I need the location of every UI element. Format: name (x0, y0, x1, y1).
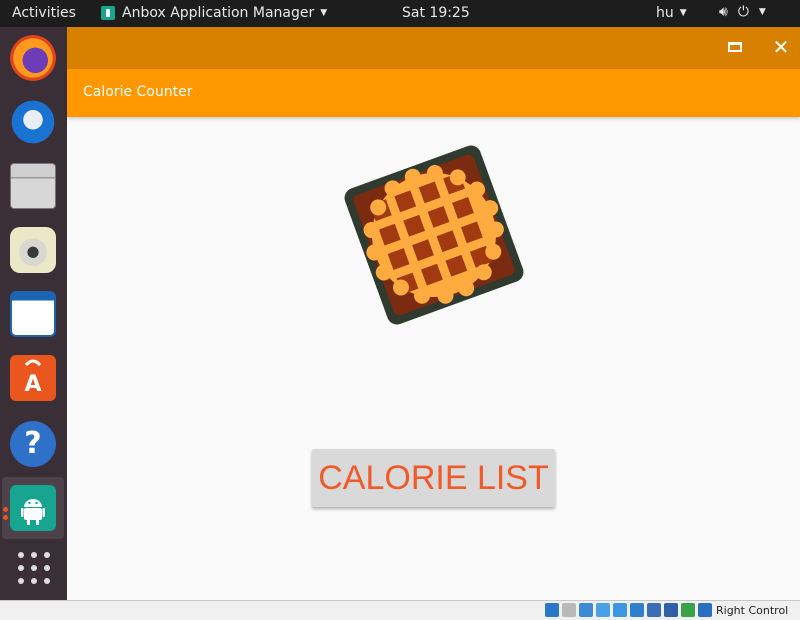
shared-folders-icon[interactable] (613, 603, 627, 617)
app-bar: Calorie Counter (67, 69, 800, 117)
help-icon[interactable]: ? (10, 421, 56, 467)
system-menu[interactable]: 🔊︎ ⏻ ▼ (719, 4, 766, 20)
close-icon[interactable]: ✕ (771, 36, 791, 58)
svg-text:A: A (24, 372, 41, 397)
ubuntu-software-icon[interactable]: A (10, 355, 56, 401)
app-menu-label: Anbox Application Manager (122, 5, 315, 21)
anbox-dock-item[interactable] (2, 477, 64, 539)
activities-button[interactable]: Activities (12, 5, 76, 21)
app-menu[interactable]: Anbox Application Manager ▼ (101, 5, 327, 21)
top-bar: Activities Anbox Application Manager ▼ S… (0, 0, 800, 27)
thunderbird-icon[interactable] (10, 99, 56, 145)
anbox-app-icon (101, 6, 115, 20)
keyboard-icon[interactable] (698, 603, 712, 617)
chevron-down-icon: ▼ (679, 8, 687, 18)
virtualization-icon[interactable] (664, 603, 678, 617)
app-window: ✕ Calorie Counter CALORIE LIST (67, 27, 800, 600)
optical-drive-icon[interactable] (562, 603, 576, 617)
status-bar: Right Control (0, 600, 800, 620)
files-icon[interactable] (10, 163, 56, 209)
network-icon[interactable] (579, 603, 593, 617)
show-applications-icon[interactable] (18, 552, 50, 584)
language-indicator[interactable]: hu ▼ (656, 5, 687, 21)
pie-icon (344, 145, 524, 325)
chevron-down-icon: ▼ (320, 8, 328, 18)
power-icon: ⏻ (737, 4, 749, 20)
rhythmbox-icon[interactable] (10, 227, 56, 273)
clock[interactable]: Sat 19:25 (402, 5, 470, 21)
usb-icon[interactable] (596, 603, 610, 617)
running-indicator (3, 507, 8, 512)
recording-icon[interactable] (647, 603, 661, 617)
firefox-icon[interactable] (10, 35, 56, 81)
dock: A ? (0, 27, 67, 600)
mouse-integration-icon[interactable] (681, 603, 695, 617)
host-key-label: Right Control (716, 604, 789, 617)
maximize-icon[interactable] (728, 42, 742, 52)
chevron-down-icon: ▼ (758, 7, 766, 17)
window-titlebar[interactable]: ✕ (67, 27, 800, 69)
hard-disk-icon[interactable] (545, 603, 559, 617)
status-icons (545, 603, 712, 617)
anbox-icon (10, 485, 56, 531)
app-bar-title: Calorie Counter (83, 84, 193, 100)
language-label: hu (656, 5, 674, 21)
display-icon[interactable] (630, 603, 644, 617)
calorie-list-button[interactable]: CALORIE LIST (312, 449, 555, 507)
running-indicator (3, 515, 8, 520)
libreoffice-writer-icon[interactable] (10, 291, 56, 337)
volume-icon: 🔊︎ (719, 4, 728, 20)
